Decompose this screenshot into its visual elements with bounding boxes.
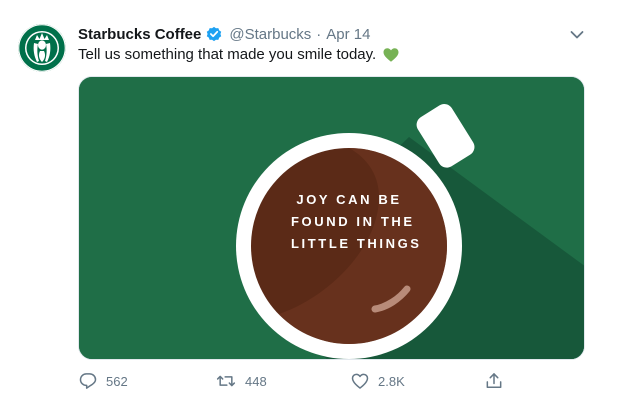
share-button[interactable] [484, 370, 504, 392]
reply-count: 562 [106, 373, 128, 389]
starbucks-siren-logo-icon [18, 24, 66, 72]
meta-separator: · [316, 25, 322, 43]
reply-button[interactable]: 562 [78, 370, 128, 392]
image-caption-text: JOY CAN BE FOUND IN THE LITTLE THINGS [291, 189, 422, 255]
image-caption-line: JOY CAN BE [296, 192, 402, 207]
tweet-text-content: Tell us something that made you smile to… [78, 46, 377, 63]
tweet-card[interactable]: Starbucks Coffee @Starbucks · Apr 14 Tel… [0, 0, 630, 413]
green-heart-icon [382, 46, 400, 64]
tweet-text: Tell us something that made you smile to… [78, 45, 400, 65]
retweet-icon [216, 375, 236, 387]
tweet-date[interactable]: Apr 14 [326, 26, 370, 43]
like-button[interactable]: 2.8K [350, 370, 405, 392]
image-caption-line: FOUND IN THE [291, 214, 415, 229]
share-icon [486, 373, 502, 388]
author-name[interactable]: Starbucks Coffee [78, 26, 201, 43]
retweet-button[interactable]: 448 [215, 370, 267, 392]
reply-icon [79, 373, 97, 389]
heart-icon [351, 373, 369, 389]
more-options-button[interactable] [568, 26, 586, 44]
chevron-down-icon [570, 31, 584, 39]
author-handle[interactable]: @Starbucks [229, 26, 311, 43]
image-caption-line: LITTLE THINGS [291, 236, 422, 251]
verified-badge-icon [205, 25, 223, 43]
tweet-header: Starbucks Coffee @Starbucks · Apr 14 [78, 24, 371, 44]
retweet-count: 448 [245, 373, 267, 389]
tweet-actions: 562 448 2.8K [74, 370, 514, 392]
like-count: 2.8K [378, 373, 405, 389]
tweet-media-image[interactable]: JOY CAN BE FOUND IN THE LITTLE THINGS [78, 76, 585, 360]
avatar[interactable] [18, 24, 66, 72]
